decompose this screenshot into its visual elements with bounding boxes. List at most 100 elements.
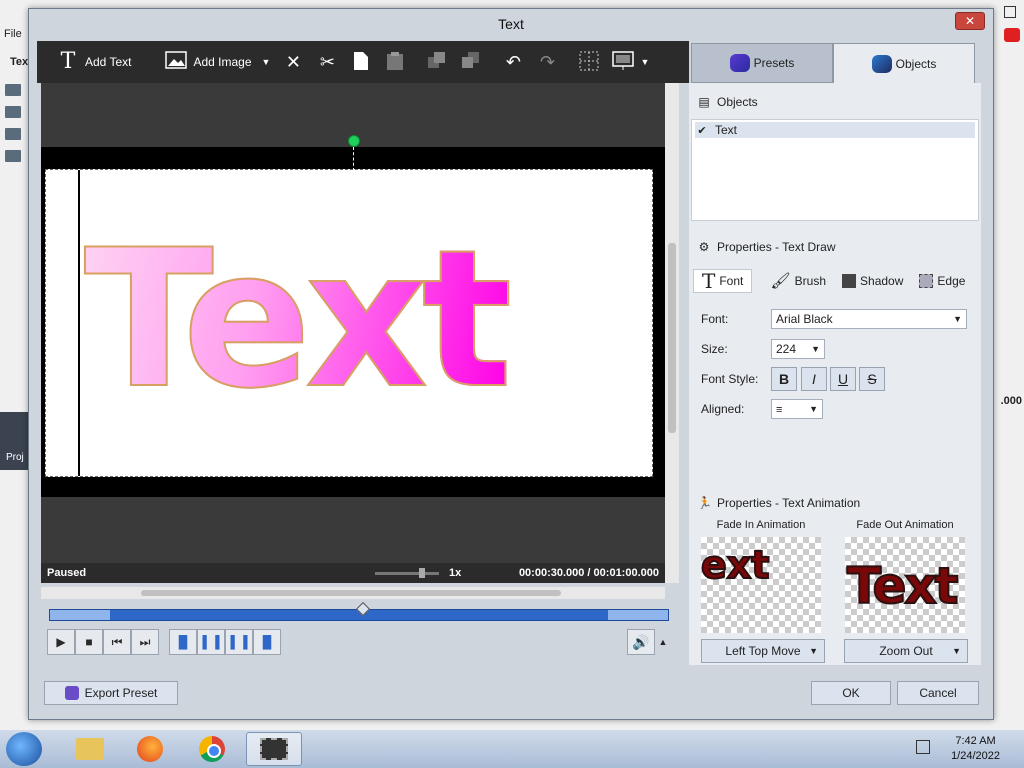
taskbar-explorer[interactable]	[62, 732, 118, 766]
paste-button[interactable]	[378, 41, 412, 83]
italic-button[interactable]: I	[801, 367, 827, 391]
add-image-button[interactable]: Add Image ▼	[159, 41, 276, 83]
taskbar-firefox[interactable]	[122, 732, 178, 766]
send-backward-button[interactable]	[454, 41, 488, 83]
chevron-down-icon: ▼	[809, 404, 818, 414]
previous-frame-button[interactable]: ⏮	[103, 629, 131, 655]
paste-icon	[384, 51, 406, 73]
text-draw-subtabs: T Font 🖌 Brush Shadow Edge	[693, 269, 977, 293]
grid-button[interactable]	[572, 41, 606, 83]
chevron-down-icon: ▼	[953, 314, 962, 324]
dialog-title: Text	[498, 16, 524, 32]
folder-icon[interactable]	[5, 150, 21, 162]
windows-start-icon[interactable]	[6, 732, 42, 766]
volume-button[interactable]: 🔊	[627, 629, 655, 655]
redo-button[interactable]: ↷	[530, 41, 564, 83]
scrollbar-thumb[interactable]	[668, 243, 676, 433]
list-item[interactable]: ✔ Text	[695, 122, 975, 138]
folder-icon[interactable]	[5, 84, 21, 96]
set-start-end-button[interactable]: ▌▐	[197, 629, 225, 655]
fade-in-animation-select[interactable]: Left Top Move ▼	[701, 639, 825, 663]
tray-time: 7:42 AM	[955, 735, 996, 747]
animation-runner-icon: 🏃	[697, 496, 712, 510]
youtube-icon[interactable]	[1004, 28, 1020, 42]
bold-button[interactable]: B	[771, 367, 797, 391]
subtab-brush-label: Brush	[794, 274, 827, 288]
fade-out-animation-select[interactable]: Zoom Out ▼	[844, 639, 968, 663]
scrollbar-thumb[interactable]	[141, 590, 561, 596]
background-menu-file[interactable]: File	[4, 28, 22, 40]
play-button[interactable]: ▶	[47, 629, 75, 655]
subtab-brush[interactable]: 🖌 Brush	[762, 269, 834, 293]
rotate-handle[interactable]	[348, 135, 360, 147]
cut-button[interactable]: ✂	[310, 41, 344, 83]
font-select[interactable]: Arial Black ▼	[771, 309, 967, 329]
taskbar-video-editor[interactable]	[246, 732, 302, 766]
mark-out-icon: ▐▌	[258, 635, 276, 649]
folder-icon[interactable]	[5, 106, 21, 118]
copy-icon	[350, 51, 372, 73]
folder-icon[interactable]	[5, 128, 21, 140]
fade-in-preview[interactable]: ext	[701, 537, 821, 633]
ok-button[interactable]: OK	[811, 681, 891, 705]
layer-backward-icon	[460, 51, 482, 73]
set-end-start-button[interactable]: ▌▐	[225, 629, 253, 655]
chevron-down-icon[interactable]: ▼	[640, 57, 649, 67]
safe-area-button[interactable]: ▼	[606, 41, 655, 83]
delete-button[interactable]: ✕	[276, 41, 310, 83]
redo-icon: ↷	[539, 52, 555, 72]
chevron-down-icon: ▼	[809, 646, 818, 656]
close-button[interactable]: ✕	[955, 12, 985, 30]
preview-text-object[interactable]: Text	[83, 224, 514, 416]
checkmark-icon[interactable]: ✔	[695, 124, 709, 137]
preview-vertical-scrollbar[interactable]	[665, 83, 679, 583]
underline-button[interactable]: U	[830, 367, 856, 391]
fade-out-select-value: Zoom Out	[879, 644, 933, 658]
text-animation-section-header: 🏃 Properties - Text Animation	[689, 490, 981, 516]
export-preset-icon	[64, 686, 79, 700]
right-panel: ▤ Objects ✔ Text ⚙ Properties - Text Dra…	[689, 83, 981, 665]
strikethrough-button[interactable]: S	[859, 367, 885, 391]
subtab-font[interactable]: T Font	[693, 269, 753, 293]
preview-horizontal-scrollbar[interactable]	[41, 587, 665, 599]
chevron-down-icon[interactable]: ▼	[262, 57, 271, 67]
export-preset-button[interactable]: Export Preset	[44, 681, 178, 705]
network-icon[interactable]	[916, 740, 930, 754]
preview-area: Text Paused 1x 00:00:30.000 / 00:01:00.0…	[41, 83, 665, 583]
align-select[interactable]: ≡ ▼	[771, 399, 823, 419]
copy-button[interactable]	[344, 41, 378, 83]
bring-forward-button[interactable]	[420, 41, 454, 83]
subtab-edge[interactable]: Edge	[911, 269, 973, 293]
speed-slider-knob[interactable]	[419, 568, 425, 578]
timeline-playhead[interactable]	[355, 601, 371, 617]
volume-menu-arrow[interactable]: ▲	[657, 629, 669, 655]
background-window-button[interactable]	[1004, 6, 1016, 18]
taskbar-chrome[interactable]	[184, 732, 240, 766]
set-end-button[interactable]: ▐▌	[253, 629, 281, 655]
objects-list-icon: ▤	[698, 95, 710, 109]
size-select[interactable]: 224 ▼	[771, 339, 825, 359]
timeline-bar[interactable]	[49, 601, 669, 621]
undo-button[interactable]: ↶	[496, 41, 530, 83]
edge-square-icon	[919, 274, 934, 288]
timeline-fade-out-region[interactable]	[608, 610, 668, 620]
fade-out-preview[interactable]: Text	[845, 537, 965, 633]
mark-in-icon: ▐▌	[174, 635, 192, 649]
size-label: Size:	[701, 342, 728, 356]
tab-presets[interactable]: Presets	[691, 43, 833, 83]
stop-button[interactable]: ■	[75, 629, 103, 655]
timeline-fade-in-region[interactable]	[50, 610, 110, 620]
background-project-tile[interactable]: Proj	[0, 412, 30, 470]
tab-objects[interactable]: Objects	[833, 43, 975, 83]
subtab-shadow[interactable]: Shadow	[834, 269, 911, 293]
set-start-button[interactable]: ▐▌	[169, 629, 197, 655]
speed-slider-track[interactable]	[375, 572, 439, 575]
text-canvas[interactable]: Text	[45, 169, 653, 477]
cancel-button[interactable]: Cancel	[897, 681, 979, 705]
next-frame-button[interactable]: ⏭	[131, 629, 159, 655]
chevron-up-icon: ▲	[658, 637, 668, 647]
chevron-down-icon: ▼	[952, 646, 961, 656]
background-proj-label: Proj	[6, 452, 24, 463]
add-text-button[interactable]: T Add Text	[37, 41, 137, 83]
tray-clock[interactable]: 7:42 AM 1/24/2022	[951, 734, 1000, 764]
